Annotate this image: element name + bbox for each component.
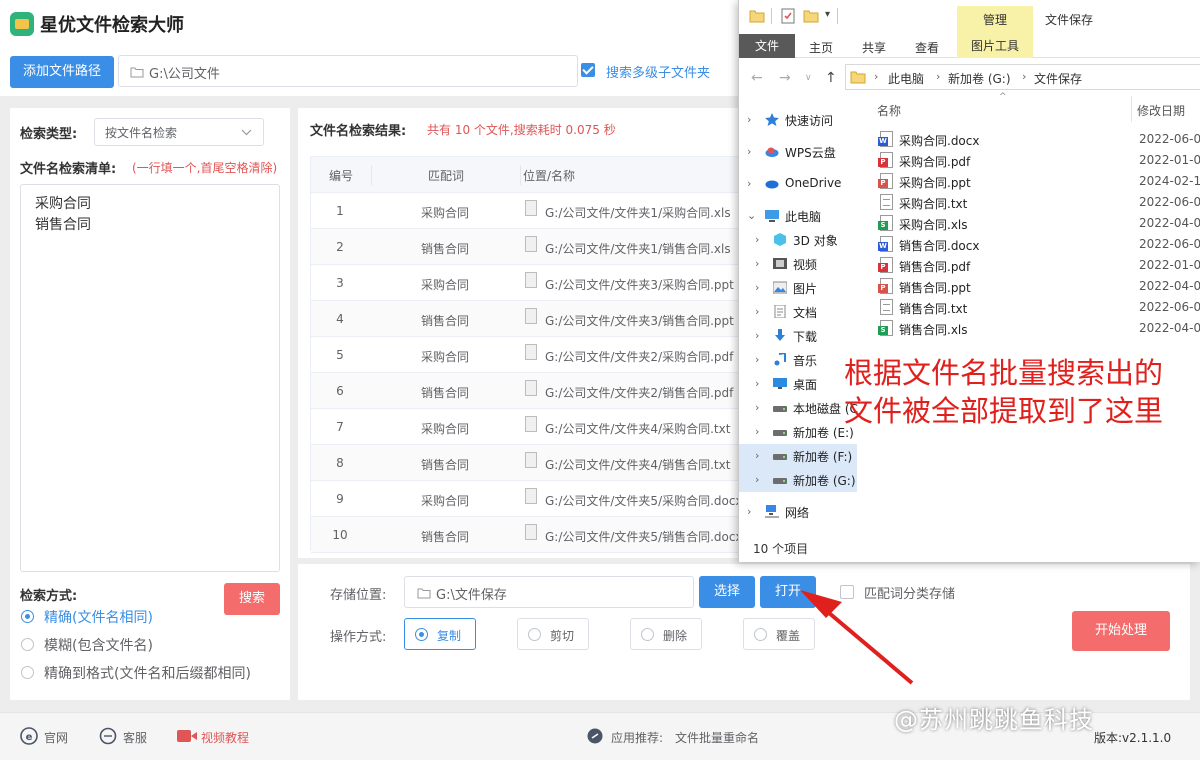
watermark: @苏州跳跳鱼科技 [894, 706, 1094, 734]
annotation-arrow [800, 590, 914, 685]
